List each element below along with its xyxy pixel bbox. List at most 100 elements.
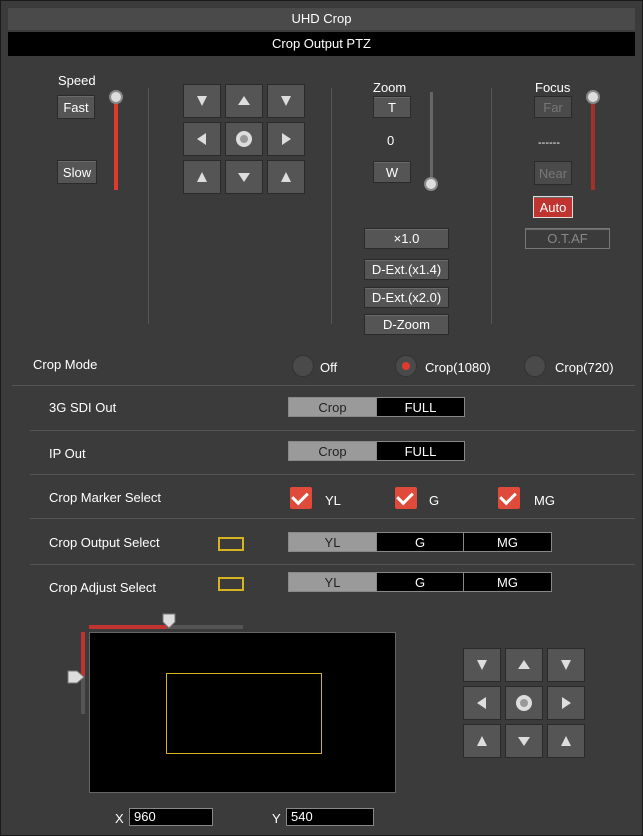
crop-mode-720-radio[interactable] [524, 355, 546, 377]
speed-slider-track[interactable] [114, 100, 118, 190]
pan-left-button[interactable] [183, 122, 221, 156]
zoom-preset-dext14-button[interactable]: D-Ext.(x1.4) [364, 259, 449, 280]
sdi-out-full-option[interactable]: FULL [377, 398, 464, 416]
pan-up-left-button[interactable] [183, 84, 221, 118]
ip-out-full-option[interactable]: FULL [377, 442, 464, 460]
zoom-slider-track[interactable] [430, 92, 433, 184]
adjust-mg-option[interactable]: MG [464, 573, 551, 591]
output-color-swatch [218, 537, 244, 551]
marker-g-label: G [429, 493, 440, 508]
zoom-slider-knob[interactable] [424, 177, 438, 191]
arrow-down-left-icon [197, 172, 207, 182]
crop-move-down-button[interactable] [505, 724, 543, 758]
divider [30, 518, 635, 519]
horizontal-position-handle[interactable] [162, 613, 176, 629]
sdi-out-toggle: Crop FULL [288, 397, 465, 417]
focus-slider-knob[interactable] [586, 90, 600, 104]
arrow-up-left-icon [197, 96, 207, 106]
output-select-label: Crop Output Select [49, 535, 160, 550]
crop-mode-1080-label: Crop(1080) [425, 360, 491, 375]
adjust-g-option[interactable]: G [377, 573, 464, 591]
arrow-down-icon [518, 737, 530, 746]
crop-mode-off-radio[interactable] [292, 355, 314, 377]
speed-slow-button[interactable]: Slow [57, 160, 97, 184]
ptz-home-button[interactable] [225, 122, 263, 156]
zoom-wide-button[interactable]: W [373, 161, 411, 183]
divider [30, 564, 635, 565]
arrow-up-right-icon [281, 96, 291, 106]
divider [331, 88, 332, 324]
arrow-down-right-icon [561, 736, 571, 746]
x-label: X [115, 811, 124, 826]
arrow-left-icon [477, 697, 486, 709]
focus-far-button[interactable]: Far [534, 96, 572, 118]
section-title: Crop Output PTZ [8, 32, 635, 56]
divider [12, 385, 635, 386]
ip-out-crop-option[interactable]: Crop [289, 442, 377, 460]
tilt-up-button[interactable] [225, 84, 263, 118]
marker-mg-label: MG [534, 493, 555, 508]
crop-preview-area[interactable] [89, 632, 396, 793]
x-position-input[interactable]: 960 [129, 808, 213, 826]
ptz-pad [183, 84, 307, 196]
home-dot-icon [516, 695, 532, 711]
divider [491, 88, 492, 324]
arrow-down-left-icon [477, 736, 487, 746]
focus-auto-button[interactable]: Auto [533, 196, 573, 218]
crop-move-right-button[interactable] [547, 686, 585, 720]
tilt-down-button[interactable] [225, 160, 263, 194]
focus-slider-track[interactable] [591, 100, 595, 190]
zoom-preset-dext20-button[interactable]: D-Ext.(x2.0) [364, 287, 449, 308]
focus-near-button[interactable]: Near [534, 161, 572, 185]
arrow-up-icon [518, 660, 530, 669]
adjust-color-swatch [218, 577, 244, 591]
zoom-tele-button[interactable]: T [373, 96, 411, 118]
crop-position-pad [463, 648, 587, 760]
crop-move-left-button[interactable] [463, 686, 501, 720]
adjust-yl-option[interactable]: YL [289, 573, 377, 591]
crop-mode-off-label: Off [320, 360, 338, 375]
crop-move-up-right-button[interactable] [547, 648, 585, 682]
marker-yl-checkbox[interactable] [290, 487, 312, 509]
page-title: UHD Crop [8, 8, 635, 30]
arrow-down-icon [238, 173, 250, 182]
marker-g-checkbox[interactable] [395, 487, 417, 509]
pan-down-left-button[interactable] [183, 160, 221, 194]
adjust-select-toggle: YL G MG [288, 572, 552, 592]
zoom-label: Zoom [373, 80, 407, 95]
marker-yl-label: YL [325, 493, 341, 508]
crop-frame-marker[interactable] [166, 673, 322, 754]
speed-slider-knob[interactable] [109, 90, 123, 104]
y-label: Y [272, 811, 281, 826]
crop-move-down-right-button[interactable] [547, 724, 585, 758]
zoom-preset-1x-button[interactable]: ×1.0 [364, 228, 449, 249]
speed-fast-button[interactable]: Fast [57, 95, 95, 119]
marker-mg-checkbox[interactable] [498, 487, 520, 509]
pan-down-right-button[interactable] [267, 160, 305, 194]
focus-otaf-button[interactable]: O.T.AF [525, 228, 610, 249]
output-g-option[interactable]: G [377, 533, 464, 551]
crop-move-up-left-button[interactable] [463, 648, 501, 682]
adjust-select-label: Crop Adjust Select [49, 580, 156, 595]
crop-move-down-left-button[interactable] [463, 724, 501, 758]
sdi-out-label: 3G SDI Out [49, 400, 117, 415]
divider [30, 474, 635, 475]
pan-up-right-button[interactable] [267, 84, 305, 118]
y-position-input[interactable]: 540 [286, 808, 374, 826]
focus-value: ------ [538, 137, 560, 149]
crop-move-up-button[interactable] [505, 648, 543, 682]
arrow-down-right-icon [281, 172, 291, 182]
output-mg-option[interactable]: MG [464, 533, 551, 551]
output-yl-option[interactable]: YL [289, 533, 377, 551]
arrow-right-icon [282, 133, 291, 145]
zoom-preset-dzoom-button[interactable]: D-Zoom [364, 314, 449, 335]
crop-center-button[interactable] [505, 686, 543, 720]
pan-right-button[interactable] [267, 122, 305, 156]
crop-mode-1080-radio[interactable] [395, 355, 417, 377]
ip-out-toggle: Crop FULL [288, 441, 465, 461]
crop-mode-label: Crop Mode [33, 357, 98, 372]
arrow-up-icon [238, 96, 250, 105]
sdi-out-crop-option[interactable]: Crop [289, 398, 377, 416]
marker-select-label: Crop Marker Select [49, 490, 161, 505]
vertical-position-handle[interactable] [67, 670, 85, 684]
